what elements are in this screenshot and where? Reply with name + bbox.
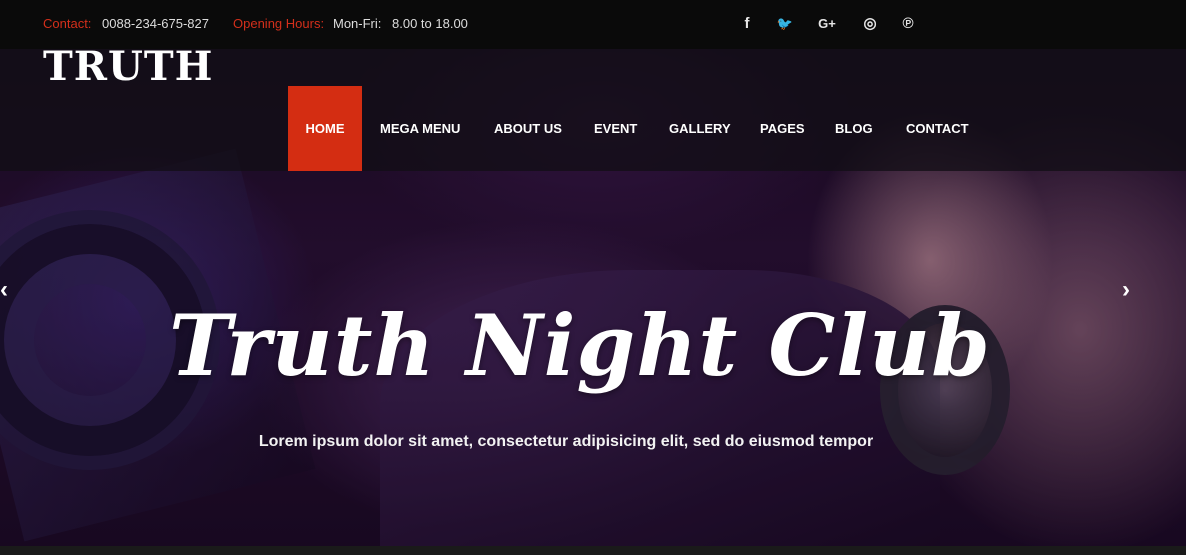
hours-days: Mon-Fri:	[333, 16, 382, 31]
site-logo[interactable]: TRUTH	[43, 45, 213, 89]
nav-item-event[interactable]: EVENT	[594, 86, 637, 171]
google-plus-icon[interactable]: G+	[816, 13, 838, 35]
nav-item-gallery[interactable]: GALLERY	[669, 86, 731, 171]
site-header: TRUTH	[0, 45, 1186, 171]
nav-item-contact[interactable]: CONTACT	[906, 86, 969, 171]
facebook-icon[interactable]: f	[736, 13, 758, 35]
hero-subtitle: Lorem ipsum dolor sit amet, consectetur …	[258, 433, 874, 450]
nav-item-home[interactable]: HOME	[288, 86, 362, 171]
contact-label: Contact:	[43, 16, 92, 31]
bottom-strip	[0, 546, 1186, 555]
nav-item-about-us[interactable]: ABOUT US	[494, 86, 562, 171]
hero-title: Truth Night Club	[169, 296, 991, 395]
pinterest-icon[interactable]: ℗	[897, 13, 919, 35]
hours-label: Opening Hours:	[233, 16, 325, 31]
nav-item-mega-menu[interactable]: MEGA MENU	[380, 86, 460, 171]
instagram-icon[interactable]: ◎	[859, 13, 881, 35]
hours-value: 8.00 to 18.00	[392, 16, 468, 31]
twitter-icon[interactable]: 🐦	[774, 13, 796, 35]
contact-phone[interactable]: 0088-234-675-827	[102, 16, 209, 31]
nav-item-pages[interactable]: PAGES	[760, 86, 805, 171]
top-bar: Contact: 0088-234-675-827 Opening Hours:…	[0, 0, 1186, 49]
nav-item-blog[interactable]: BLOG	[835, 86, 873, 171]
